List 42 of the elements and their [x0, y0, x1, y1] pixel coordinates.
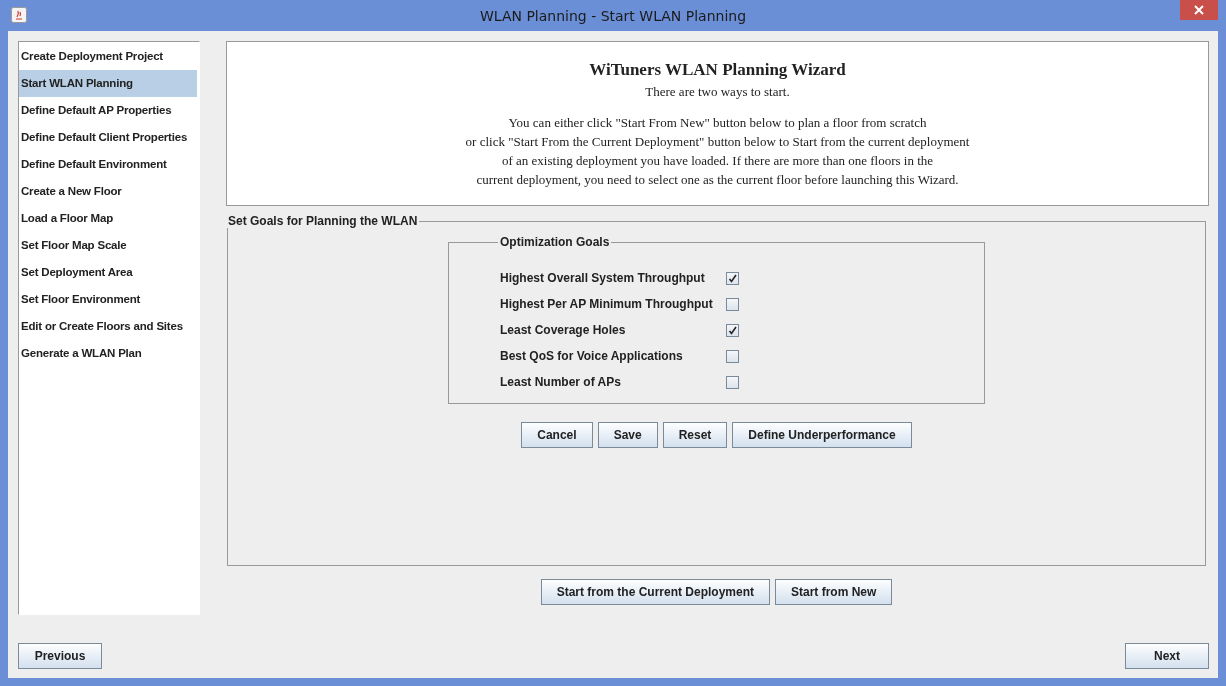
window-title: WLAN Planning - Start WLAN Planning — [479, 7, 747, 24]
checkbox[interactable] — [726, 297, 739, 311]
checkbox[interactable] — [726, 375, 739, 389]
checkbox[interactable] — [726, 323, 739, 337]
checkbox[interactable] — [726, 271, 739, 285]
wizard-title: WiTuners WLAN Planning Wizard — [588, 60, 847, 80]
start-button[interactable]: Start from the Current Deployment — [540, 579, 770, 605]
sidebar-item[interactable]: Edit or Create Floors and Sites — [19, 313, 197, 340]
intro-text: You can either click "Start From New" button below to plan a floor from scratch — [507, 114, 928, 132]
app-icon — [11, 7, 27, 23]
sidebar-item[interactable]: Define Default Environment — [19, 151, 197, 178]
action-button[interactable]: Define Underperformance — [732, 422, 912, 448]
next-button[interactable]: Next — [1125, 643, 1209, 669]
sidebar-item[interactable]: Set Floor Environment — [19, 286, 197, 313]
sidebar-item[interactable]: Define Default Client Properties — [19, 124, 197, 151]
intro-text: There are two ways to start. — [644, 84, 791, 100]
goal-label: Best QoS for Voice Applications — [500, 349, 684, 363]
sidebar-item[interactable]: Create Deployment Project — [19, 43, 197, 70]
intro-text: of an existing deployment you have loaded. If there are more than one floors in the — [501, 152, 934, 170]
sidebar-item[interactable]: Set Floor Map Scale — [19, 232, 197, 259]
action-button[interactable]: Save — [597, 422, 658, 448]
action-button[interactable]: Cancel — [521, 422, 593, 448]
checkbox[interactable] — [726, 349, 739, 363]
close-icon — [1194, 5, 1204, 15]
sidebar-item[interactable]: Define Default AP Properties — [19, 97, 197, 124]
previous-button[interactable]: Previous — [18, 643, 102, 669]
sidebar-item[interactable]: Set Deployment Area — [19, 259, 197, 286]
sidebar-item[interactable]: Start WLAN Planning — [19, 70, 197, 97]
goal-label: Least Number of APs — [500, 375, 622, 389]
goal-label: Highest Overall System Throughput — [500, 271, 706, 285]
sidebar-item[interactable]: Load a Floor Map — [19, 205, 197, 232]
group-title: Set Goals for Planning the WLAN — [227, 214, 419, 228]
goal-label: Highest Per AP Minimum Throughput — [500, 297, 714, 311]
sidebar-item[interactable]: Create a New Floor — [19, 178, 197, 205]
intro-text: or click "Start From the Current Deployment" button below to Start from the current deployment — [464, 133, 971, 151]
intro-text: current deployment, you need to select one as the current floor before launching this Wizard. — [475, 171, 960, 189]
sidebar-item[interactable]: Generate a WLAN Plan — [19, 340, 197, 367]
group-title: Optimization Goals — [499, 235, 611, 249]
start-button[interactable]: Start from New — [775, 579, 893, 605]
goal-label: Least Coverage Holes — [500, 323, 627, 337]
action-button[interactable]: Reset — [662, 422, 728, 448]
close-button[interactable] — [1180, 0, 1218, 20]
